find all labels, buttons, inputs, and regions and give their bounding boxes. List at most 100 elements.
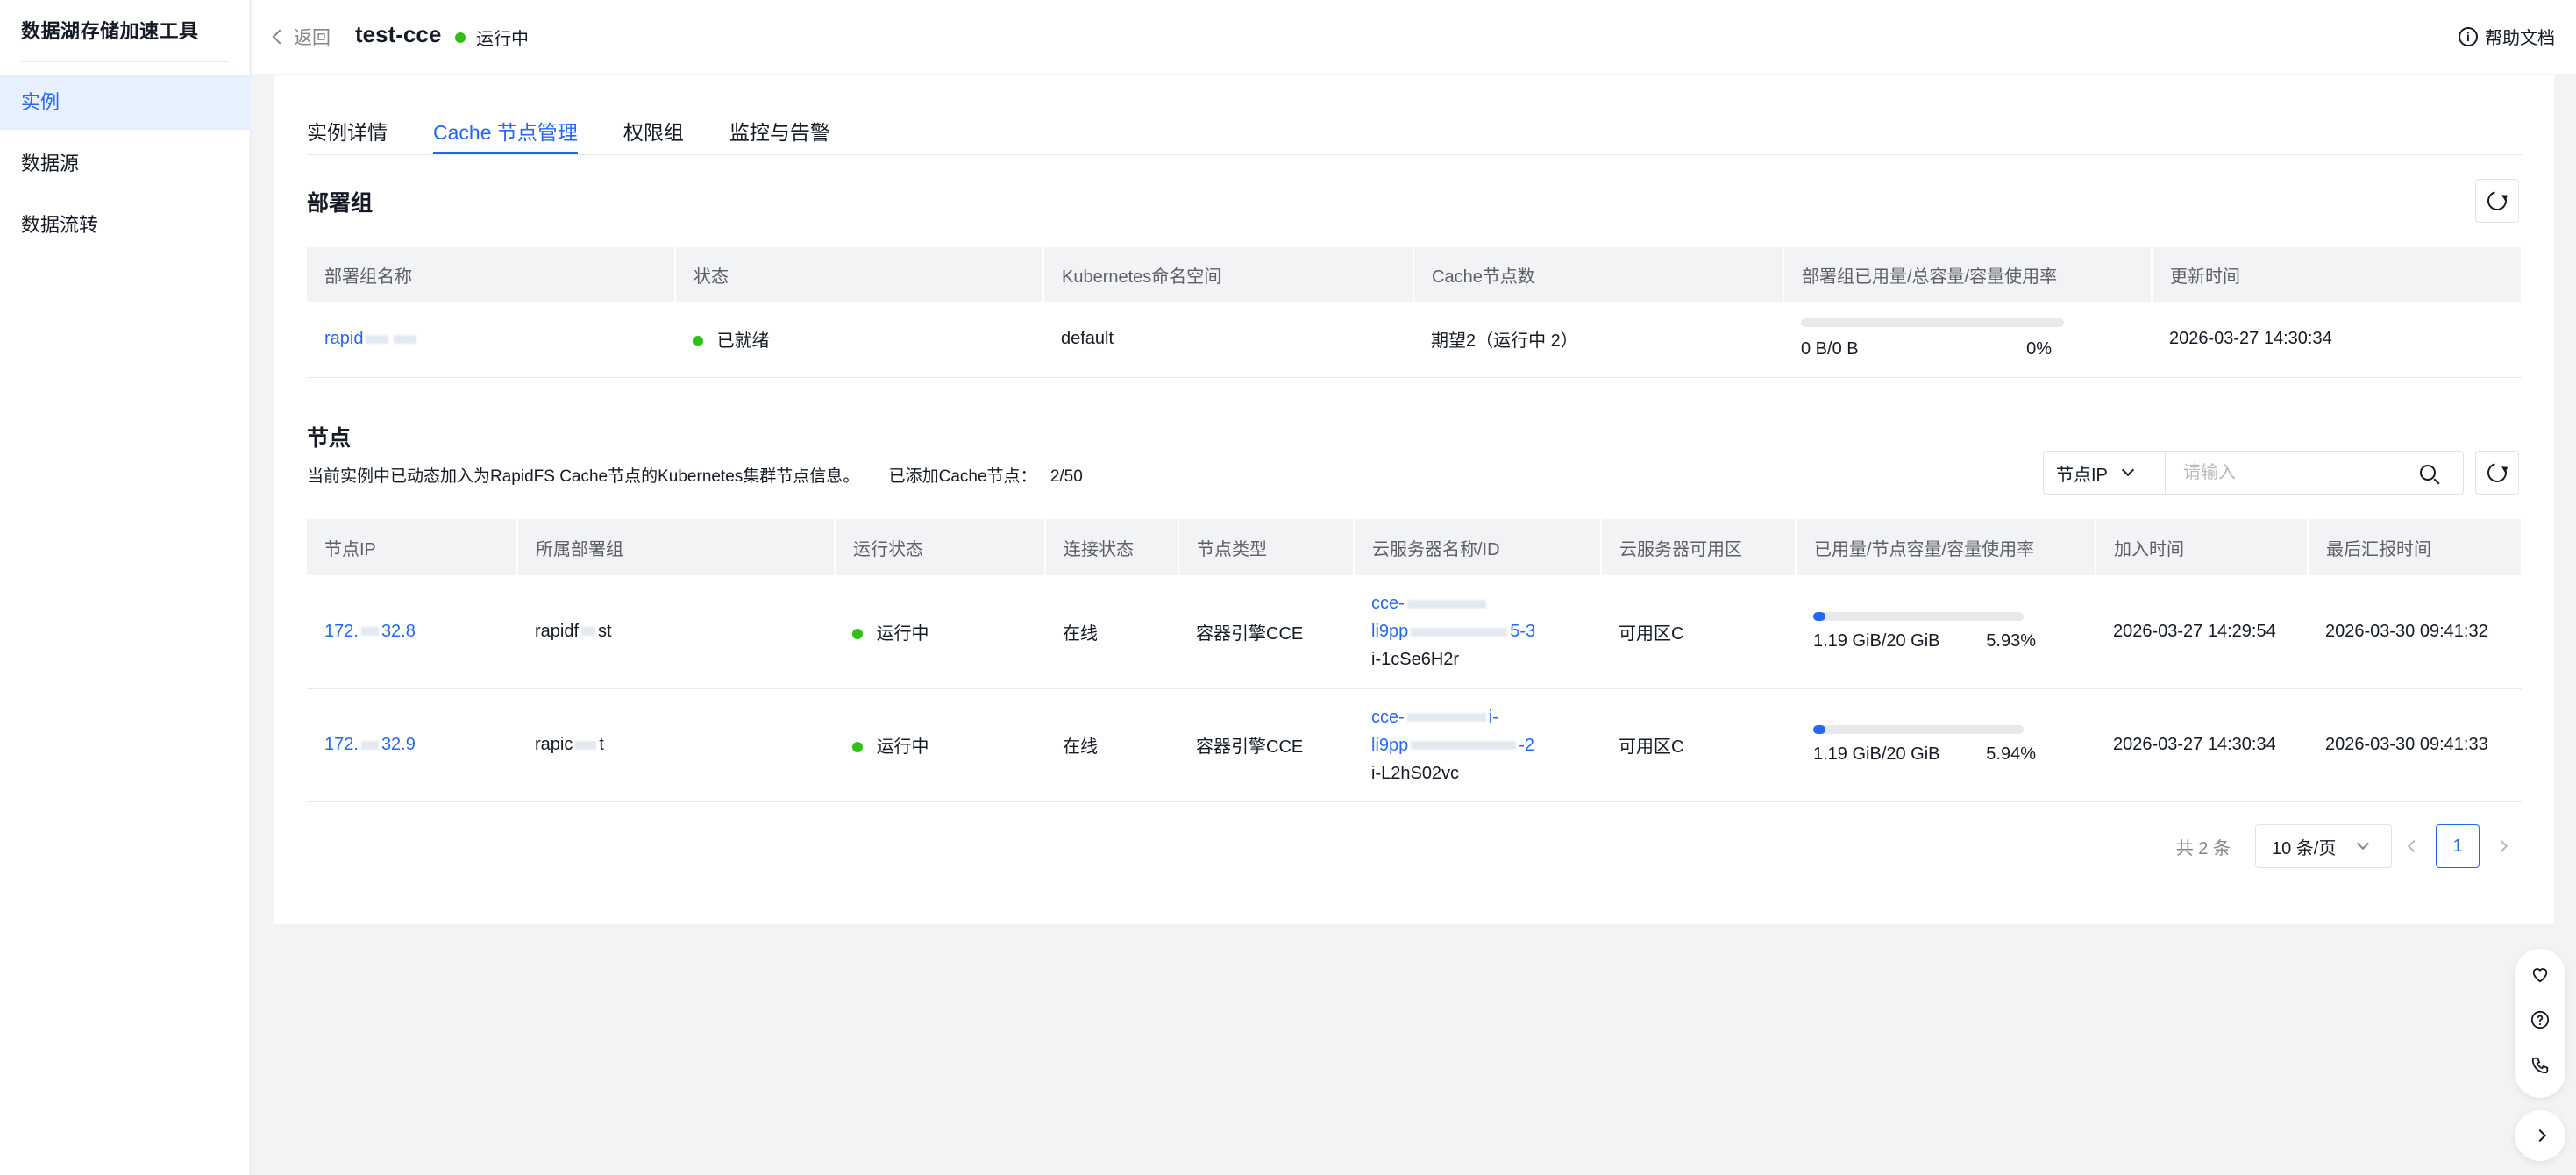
server-cell: cce-i- li9pp -2 i-L2hS02vc bbox=[1354, 688, 1601, 802]
status-dot-icon bbox=[852, 628, 863, 639]
sidebar-item-dataflow[interactable]: 数据流转 bbox=[0, 198, 251, 253]
chevron-down-icon bbox=[2121, 463, 2134, 477]
status-dot-icon bbox=[455, 32, 466, 43]
node-ip-part: 172. bbox=[324, 621, 359, 641]
filter-select-value: 节点IP bbox=[2056, 465, 2108, 485]
filter-select[interactable]: 节点IP bbox=[2043, 451, 2166, 495]
tab-permission-group[interactable]: 权限组 bbox=[623, 116, 684, 151]
tab-cache-node-management[interactable]: Cache 节点管理 bbox=[433, 116, 578, 154]
refresh-icon bbox=[2483, 459, 2511, 487]
node-group-part: rapic bbox=[535, 735, 573, 754]
server-name-part: li9pp bbox=[1371, 735, 1409, 755]
search-icon[interactable] bbox=[2420, 465, 2436, 481]
node-type-cell: 容器引擎CCE bbox=[1178, 688, 1354, 802]
info-icon: i bbox=[2459, 26, 2478, 46]
search-input[interactable] bbox=[2183, 462, 2420, 483]
page-size-value: 10 条/页 bbox=[2272, 838, 2337, 858]
help-docs-link[interactable]: i 帮助文档 bbox=[2459, 24, 2555, 49]
cache-node-count-cell: 期望2（运行中 2） bbox=[1413, 302, 1783, 378]
total-count: 共 2 条 bbox=[2175, 838, 2231, 858]
search-box bbox=[2166, 451, 2464, 495]
sidebar: 数据湖存储加速工具 实例 数据源 数据流转 bbox=[0, 0, 251, 1175]
chevron-down-icon bbox=[2357, 837, 2370, 851]
node-usage-cell: 1.19 GiB/20 GiB 5.94% bbox=[1796, 688, 2096, 802]
namespace-cell: default bbox=[1043, 302, 1413, 378]
run-status-cell: 运行中 bbox=[835, 688, 1045, 802]
deploy-group-status-cell: 已就绪 bbox=[675, 302, 1043, 378]
column-header: 部署组已用量/总容量/容量使用率 bbox=[1783, 247, 2153, 302]
server-name-link-line2[interactable]: li9pp -2 bbox=[1371, 731, 1601, 759]
server-name-part: li9pp bbox=[1371, 622, 1409, 642]
column-header: 状态 bbox=[675, 247, 1044, 302]
column-header: Kubernetes命名空间 bbox=[1043, 247, 1414, 302]
node-group-part: rapidf bbox=[535, 621, 580, 641]
added-nodes-label: 已添加Cache节点： bbox=[888, 467, 1037, 486]
heart-icon[interactable] bbox=[2530, 965, 2550, 984]
usage-value: 1.19 GiB/20 GiB bbox=[1813, 744, 1940, 764]
sidebar-item-instance[interactable]: 实例 bbox=[0, 75, 251, 130]
node-group-cell: rapidf st bbox=[517, 575, 835, 689]
sidebar-item-datasource[interactable]: 数据源 bbox=[0, 137, 251, 191]
page-size-select[interactable]: 10 条/页 bbox=[2255, 824, 2392, 868]
page-number-button[interactable]: 1 bbox=[2436, 824, 2480, 868]
nodes-refresh-button[interactable] bbox=[2475, 451, 2519, 495]
joined-time-cell: 2026-03-27 14:29:54 bbox=[2096, 575, 2308, 689]
usage-progress-bar bbox=[1813, 725, 2024, 734]
usage-value: 1.19 GiB/20 GiB bbox=[1813, 630, 1940, 651]
node-ip-part: 172. bbox=[324, 735, 359, 754]
back-label: 返回 bbox=[294, 28, 331, 48]
column-header: 更新时间 bbox=[2152, 247, 2523, 302]
redacted-mask bbox=[575, 740, 597, 750]
tab-monitor-alarm[interactable]: 监控与告警 bbox=[729, 116, 830, 151]
status-dot-icon bbox=[852, 742, 863, 752]
main-card: 实例详情 Cache 节点管理 权限组 监控与告警 部署组 部署组名称 状态 K… bbox=[274, 75, 2554, 924]
expand-panel-button[interactable] bbox=[2515, 1110, 2565, 1161]
node-ip-part: 32.9 bbox=[381, 735, 416, 754]
server-name-link-line2[interactable]: li9pp 5-3 bbox=[1371, 617, 1601, 645]
nodes-title: 节点 bbox=[307, 426, 352, 451]
redacted-mask bbox=[1406, 599, 1486, 609]
deploy-group-name-link[interactable]: rapid bbox=[324, 329, 363, 348]
refresh-icon bbox=[2483, 187, 2511, 215]
question-icon[interactable] bbox=[2530, 1010, 2550, 1029]
page-title: test-cce bbox=[355, 21, 442, 47]
page-header: 返回 test-cce 运行中 i 帮助文档 bbox=[252, 0, 2576, 74]
redacted-mask bbox=[1411, 627, 1508, 637]
server-name-link[interactable]: cce-i- bbox=[1371, 703, 1601, 731]
table-header-row: 节点IP 所属部署组 运行状态 连接状态 节点类型 云服务器名称/ID 云服务器… bbox=[307, 519, 2523, 575]
server-name-part: cce- bbox=[1371, 707, 1405, 727]
tab-instance-detail[interactable]: 实例详情 bbox=[307, 116, 388, 151]
next-page-button[interactable] bbox=[2494, 839, 2508, 853]
node-ip-part: 32.8 bbox=[381, 621, 416, 641]
node-type-cell: 容器引擎CCE bbox=[1178, 575, 1354, 689]
prev-page-button[interactable] bbox=[2407, 839, 2421, 853]
column-header: 节点IP bbox=[307, 519, 518, 575]
usage-value: 0 B/0 B bbox=[1801, 339, 1859, 360]
column-header: 最后汇报时间 bbox=[2308, 519, 2523, 575]
nodes-table: 节点IP 所属部署组 运行状态 连接状态 节点类型 云服务器名称/ID 云服务器… bbox=[307, 519, 2523, 802]
server-name-part: cce- bbox=[1371, 594, 1405, 614]
deploy-group-refresh-button[interactable] bbox=[2475, 179, 2519, 223]
redacted-mask bbox=[1411, 741, 1517, 751]
node-ip-cell: 172. 32.9 bbox=[307, 688, 517, 802]
node-ip-link[interactable]: 172. 32.9 bbox=[324, 735, 416, 754]
node-group-part: t bbox=[599, 735, 604, 754]
column-header: 部署组名称 bbox=[307, 247, 676, 302]
column-header: 运行状态 bbox=[835, 519, 1046, 575]
node-usage-cell: 1.19 GiB/20 GiB 5.93% bbox=[1796, 575, 2096, 689]
server-name-link[interactable]: cce- bbox=[1371, 589, 1601, 617]
status-dot-icon bbox=[693, 336, 703, 347]
column-header: 节点类型 bbox=[1178, 519, 1355, 575]
node-ip-link[interactable]: 172. 32.8 bbox=[324, 622, 416, 641]
back-button[interactable]: 返回 bbox=[272, 24, 331, 50]
updated-time-cell: 2026-03-27 14:30:34 bbox=[2152, 302, 2522, 378]
chevron-right-icon bbox=[2533, 1129, 2547, 1143]
phone-icon[interactable] bbox=[2530, 1056, 2550, 1075]
joined-time-cell: 2026-03-27 14:30:34 bbox=[2096, 688, 2308, 802]
usage-rate: 0% bbox=[2026, 339, 2052, 360]
deploy-group-table: 部署组名称 状态 Kubernetes命名空间 Cache节点数 部署组已用量/… bbox=[307, 247, 2523, 378]
column-header: 已用量/节点容量/容量使用率 bbox=[1796, 519, 2096, 575]
table-row: 172. 32.8 rapidf st 运行中 在线 容器引擎CCE cce- li… bbox=[307, 575, 2522, 689]
server-id: i-1cSe6H2r bbox=[1371, 650, 1460, 670]
conn-status-cell: 在线 bbox=[1045, 688, 1178, 802]
